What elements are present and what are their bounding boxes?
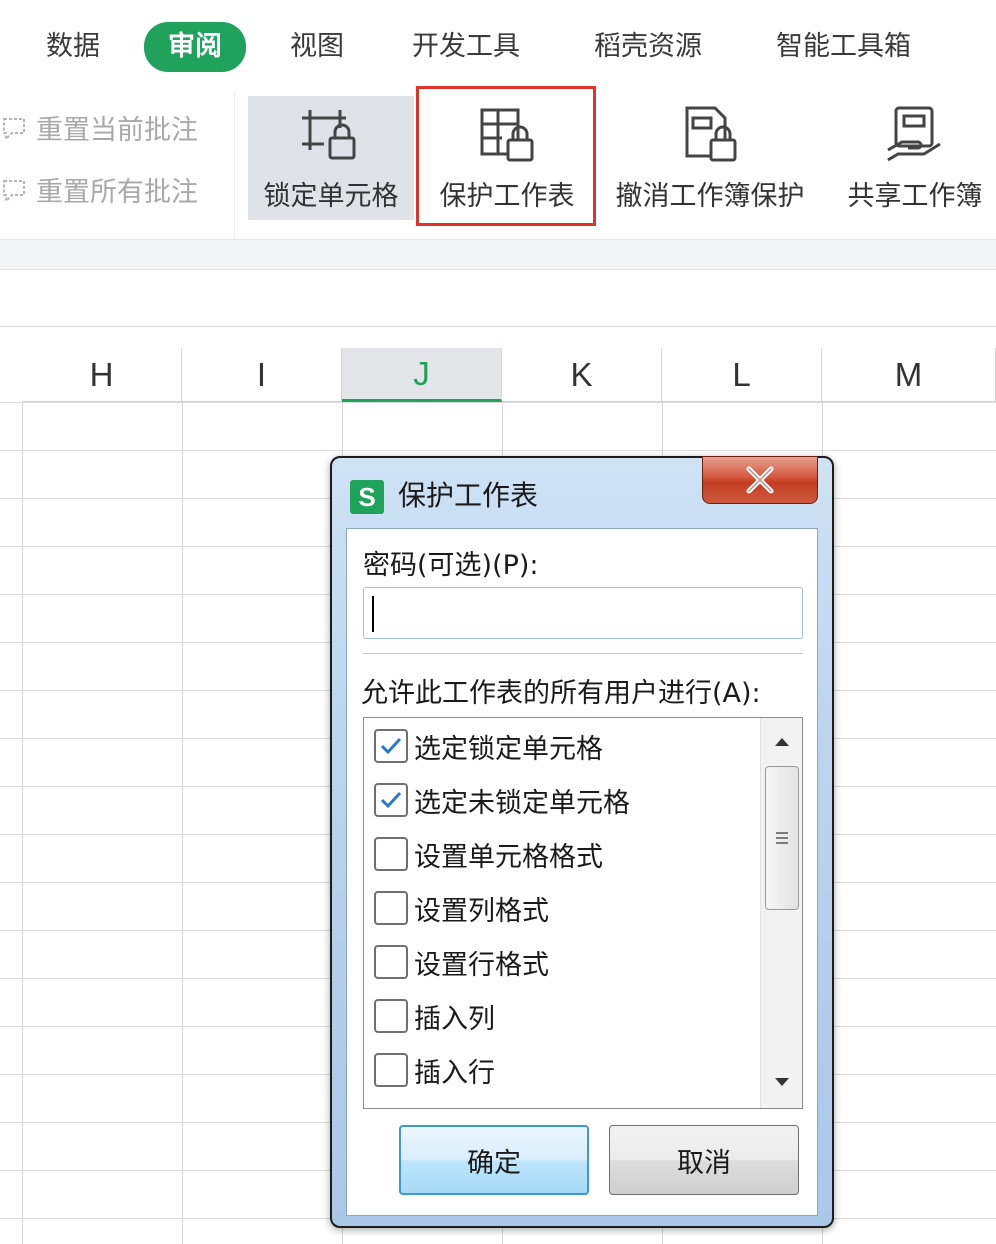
list-item[interactable]: 选定锁定单元格 — [374, 726, 603, 766]
ribbon-bottom-strip — [0, 240, 996, 270]
dialog-title: 保护工作表 — [398, 479, 539, 512]
permission-label: 设置单元格格式 — [414, 841, 603, 873]
share-workbook-button[interactable]: 共享工作簿 — [834, 96, 996, 220]
menu-tab-data[interactable]: 数据 — [46, 28, 100, 66]
column-header-h[interactable]: H — [22, 348, 182, 402]
list-item[interactable]: 设置单元格格式 — [374, 834, 603, 874]
checkbox-checked[interactable] — [374, 729, 408, 763]
column-header-k[interactable]: K — [502, 348, 662, 402]
triangle-up-icon — [775, 738, 789, 746]
wps-spreadsheet-icon: S — [350, 480, 384, 514]
reset-all-comments-label: 重置所有批注 — [36, 177, 198, 208]
cancel-button[interactable]: 取消 — [609, 1125, 799, 1195]
ok-button[interactable]: 确定 — [399, 1125, 589, 1195]
checkbox-unchecked[interactable] — [374, 837, 408, 871]
password-label: 密码(可选)(P): — [363, 550, 539, 581]
share-workbook-label: 共享工作簿 — [847, 181, 983, 212]
grip-icon — [776, 832, 788, 844]
dialog-body: 密码(可选)(P): 允许此工作表的所有用户进行(A): 选定锁定单元格 选定未… — [346, 528, 818, 1216]
reset-all-comments-button[interactable]: 重置所有批注 — [0, 170, 198, 209]
list-item[interactable]: 插入行 — [374, 1050, 495, 1090]
password-input[interactable] — [363, 587, 803, 639]
grid-vline — [182, 348, 183, 1244]
list-item[interactable]: 设置行格式 — [374, 942, 549, 982]
checkbox-checked[interactable] — [374, 783, 408, 817]
scroll-up-button[interactable] — [761, 724, 802, 760]
reset-current-comment-label: 重置当前批注 — [36, 115, 198, 146]
checkbox-unchecked[interactable] — [374, 1053, 408, 1087]
share-workbook-icon — [887, 106, 941, 162]
menu-tab-view[interactable]: 视图 — [290, 28, 344, 66]
lock-cells-icon — [302, 110, 356, 160]
allow-users-label: 允许此工作表的所有用户进行(A): — [361, 678, 761, 709]
list-item[interactable]: 选定未锁定单元格 — [374, 780, 630, 820]
column-header-j[interactable]: J — [342, 348, 502, 402]
column-header-m[interactable]: M — [822, 348, 996, 402]
reset-comment-icon — [3, 179, 25, 203]
dialog-close-button[interactable] — [702, 456, 818, 504]
list-item[interactable]: 插入列 — [374, 996, 495, 1036]
scroll-thumb[interactable] — [765, 766, 799, 910]
menu-tab-review[interactable]: 审阅 — [144, 22, 246, 72]
unprotect-workbook-button[interactable]: 撤消工作簿保护 — [604, 96, 816, 220]
column-header-l[interactable]: L — [662, 348, 822, 402]
unprotect-workbook-label: 撤消工作簿保护 — [615, 181, 805, 212]
grid-vline — [22, 348, 23, 1244]
formula-bar-area — [0, 271, 996, 327]
scroll-down-button[interactable] — [761, 1064, 802, 1100]
menu-bar: 数据 审阅 视图 开发工具 稻壳资源 智能工具箱 — [0, 0, 996, 92]
vertical-scrollbar[interactable] — [760, 718, 802, 1108]
menu-tab-smart-toolbox[interactable]: 智能工具箱 — [776, 28, 911, 66]
menu-tab-developer-tools[interactable]: 开发工具 — [412, 28, 520, 66]
reset-comment-icon — [3, 117, 25, 141]
dialog-divider — [363, 653, 803, 654]
menu-tab-docer-resources[interactable]: 稻壳资源 — [594, 28, 702, 66]
ribbon-divider — [234, 92, 235, 238]
highlight-box — [416, 86, 596, 226]
reset-current-comment-button[interactable]: 重置当前批注 — [0, 108, 198, 147]
checkbox-unchecked[interactable] — [374, 891, 408, 925]
permissions-list[interactable]: 选定锁定单元格 选定未锁定单元格 设置单元格格式 设置列格式 设置行格式 插入列… — [363, 717, 803, 1109]
unprotect-workbook-icon — [685, 106, 737, 162]
permission-label: 选定锁定单元格 — [414, 733, 603, 765]
lock-cells-button[interactable]: 锁定单元格 — [248, 96, 414, 220]
checkbox-unchecked[interactable] — [374, 999, 408, 1033]
permission-label: 设置列格式 — [414, 895, 549, 927]
text-caret — [372, 596, 374, 632]
checkmark-icon — [380, 737, 402, 755]
triangle-down-icon — [775, 1078, 789, 1086]
checkbox-unchecked[interactable] — [374, 945, 408, 979]
permission-label: 插入行 — [414, 1057, 495, 1089]
column-header-i[interactable]: I — [182, 348, 342, 402]
permission-label: 插入列 — [414, 1003, 495, 1035]
close-icon — [746, 466, 774, 494]
permission-label: 设置行格式 — [414, 949, 549, 981]
lock-cells-label: 锁定单元格 — [263, 181, 399, 212]
protect-sheet-dialog: S 保护工作表 密码(可选)(P): 允许此工作表的所有用户进行(A): 选定锁… — [330, 456, 834, 1228]
list-item[interactable]: 设置列格式 — [374, 888, 549, 928]
checkmark-icon — [380, 791, 402, 809]
permission-label: 选定未锁定单元格 — [414, 787, 630, 819]
